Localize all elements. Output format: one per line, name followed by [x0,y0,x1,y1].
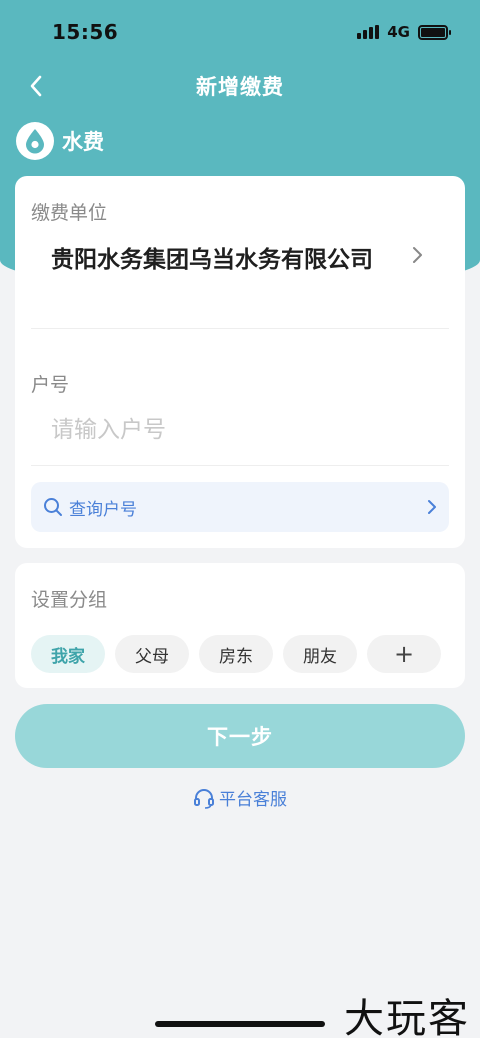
group-chips: 我家 父母 房东 朋友 + [31,635,441,673]
group-chip-landlord[interactable]: 房东 [199,635,273,673]
chevron-right-icon [428,500,436,514]
payment-unit-value[interactable]: 贵阳水务集团乌当水务有限公司 [51,242,401,278]
query-account-label: 查询户号 [69,499,137,520]
battery-icon [418,24,451,40]
home-indicator [155,1021,325,1027]
network-type: 4G [387,23,410,41]
account-number-input[interactable] [51,412,431,448]
status-time: 15:56 [52,20,119,44]
headset-icon [194,788,214,809]
customer-service-label: 平台客服 [219,790,287,810]
account-label: 户号 [31,374,70,396]
payment-form-card: 缴费单位 贵阳水务集团乌当水务有限公司 户号 查询户号 [15,176,465,548]
navigation-bar: 新增缴费 [0,64,480,108]
group-chip-friends[interactable]: 朋友 [283,635,357,673]
next-step-button[interactable]: 下一步 [15,704,465,768]
group-chip-family[interactable]: 我家 [31,635,105,673]
page-title: 新增缴费 [196,75,284,99]
divider [31,328,449,329]
add-group-button[interactable]: + [367,635,441,673]
unit-select-button[interactable] [411,246,423,268]
category-label: 水费 [62,130,104,154]
signal-icon [357,25,380,39]
query-account-button[interactable]: 查询户号 [31,482,449,532]
back-button[interactable] [22,72,50,100]
search-icon [44,498,62,516]
divider [31,465,449,466]
payment-category: 水费 [16,122,104,160]
watermark: 大玩客 [344,996,470,1038]
status-bar: 15:56 4G [0,0,480,64]
group-label: 设置分组 [31,589,108,611]
chevron-right-icon [413,247,422,263]
status-indicators: 4G [357,23,451,41]
unit-label: 缴费单位 [31,202,108,224]
chevron-left-icon [30,75,42,97]
group-card: 设置分组 我家 父母 房东 朋友 + [15,563,465,688]
customer-service-link[interactable]: 平台客服 [0,785,480,810]
water-drop-icon [16,122,54,160]
group-chip-parents[interactable]: 父母 [115,635,189,673]
